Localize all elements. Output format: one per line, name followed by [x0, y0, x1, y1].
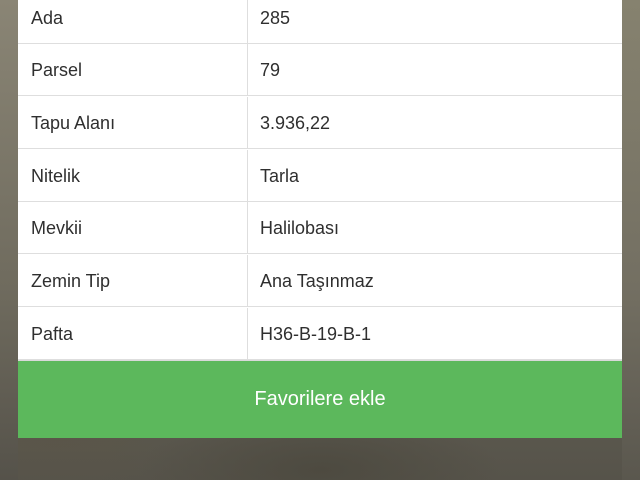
row-label: Tapu Alanı [31, 113, 116, 133]
row-label: Zemin Tip [31, 271, 111, 291]
background-map-right [622, 0, 640, 480]
table-row-parsel: Parsel 79 [18, 44, 622, 96]
property-details-table: Ada 285 Parsel 79 Tapu Alanı 3.936,22 Ni… [18, 0, 622, 361]
row-label: Mevkii [31, 218, 83, 238]
table-row-nitelik: Nitelik Tarla [18, 150, 622, 202]
background-map-left [0, 0, 18, 480]
column-divider [247, 44, 248, 96]
row-value: H36-B-19-B-1 [260, 324, 372, 344]
row-value: 79 [260, 60, 281, 80]
row-value: Halilobası [260, 218, 340, 238]
row-label: Parsel [31, 60, 83, 80]
table-row-zemin-tip: Zemin Tip Ana Taşınmaz [18, 255, 622, 307]
column-divider [247, 97, 248, 149]
column-divider [247, 202, 248, 254]
table-row-mevkii: Mevkii Halilobası [18, 202, 622, 254]
column-divider [247, 0, 248, 44]
table-row-pafta: Pafta H36-B-19-B-1 [18, 308, 622, 360]
row-label: Pafta [31, 324, 74, 344]
row-value: Ana Taşınmaz [260, 271, 374, 291]
column-divider [247, 308, 248, 360]
table-row-ada: Ada 285 [18, 0, 622, 44]
row-label: Ada [31, 8, 64, 28]
column-divider [247, 150, 248, 202]
row-value: Tarla [260, 166, 300, 186]
row-value: 3.936,22 [260, 113, 331, 133]
add-to-favorites-button[interactable]: Favorilere ekle [18, 361, 622, 438]
column-divider [247, 255, 248, 307]
table-row-tapu-alani: Tapu Alanı 3.936,22 [18, 97, 622, 149]
row-value: 285 [260, 8, 291, 28]
row-label: Nitelik [31, 166, 81, 186]
